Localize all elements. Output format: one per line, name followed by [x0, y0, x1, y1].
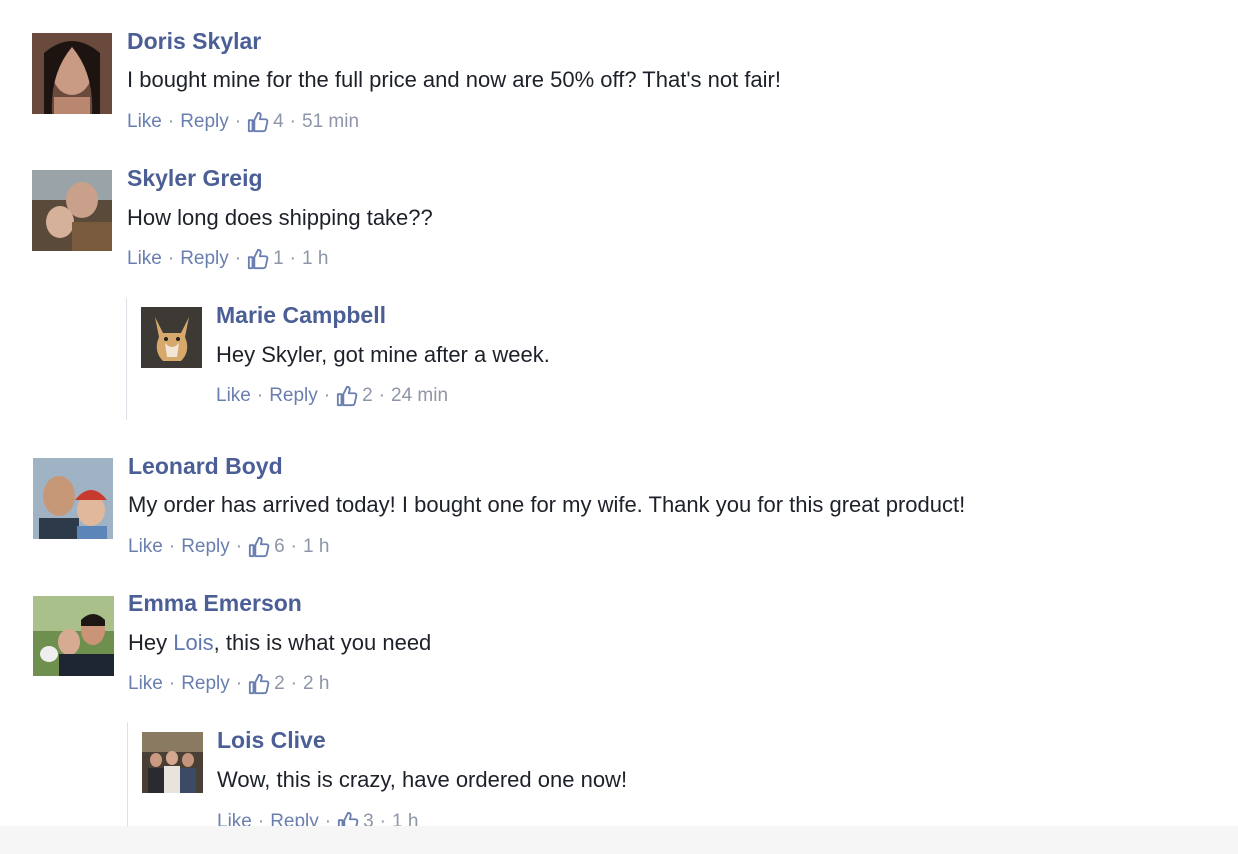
comment-author[interactable]: Doris Skylar	[127, 28, 261, 55]
comment-time[interactable]: 1 h	[303, 536, 329, 558]
like-count: 2	[274, 673, 285, 694]
thumbs-up-icon	[337, 385, 358, 407]
user-avatar-photo-icon	[33, 458, 113, 539]
user-avatar-photo-icon	[32, 170, 112, 251]
comment-time[interactable]: 2 h	[303, 673, 329, 695]
separator-dot: ·	[235, 536, 243, 557]
like-link[interactable]: Like	[127, 111, 162, 133]
separator-dot: ·	[290, 673, 297, 694]
like-count: 1	[273, 248, 284, 269]
reply-link[interactable]: Reply	[269, 385, 318, 407]
like-count: 6	[274, 536, 285, 557]
separator-dot: ·	[167, 111, 175, 132]
reply-link[interactable]: Reply	[180, 248, 229, 270]
like-link[interactable]: Like	[128, 673, 163, 695]
reply-thread-line	[126, 298, 127, 420]
reply-link[interactable]: Reply	[181, 536, 230, 558]
comment-author[interactable]: Lois Clive	[217, 727, 326, 754]
comment-author[interactable]: Marie Campbell	[216, 302, 386, 329]
comment-actions: Like · Reply · 2 · 2 h	[128, 673, 329, 695]
comment-time[interactable]: 51 min	[302, 111, 359, 133]
comment-actions: Like · Reply · 4 · 51 min	[127, 111, 359, 133]
comment-author[interactable]: Emma Emerson	[128, 590, 302, 617]
thumbs-up-icon	[249, 536, 270, 558]
separator-dot: ·	[256, 385, 264, 406]
comment-text: Wow, this is crazy, have ordered one now…	[217, 767, 628, 792]
separator-dot: ·	[234, 248, 242, 269]
comment-time[interactable]: 1 h	[302, 248, 328, 270]
user-avatar-photo-icon	[32, 33, 112, 114]
thumbs-up-icon	[249, 673, 270, 695]
comment-actions: Like · Reply · 2 · 24 min	[216, 385, 448, 407]
comment-text: My order has arrived today! I bought one…	[128, 492, 966, 517]
reply-link[interactable]: Reply	[181, 673, 230, 695]
like-link[interactable]: Like	[216, 385, 251, 407]
separator-dot: ·	[167, 248, 175, 269]
separator-dot: ·	[378, 385, 385, 406]
comment-text: Hey Lois, this is what you need	[128, 630, 431, 656]
page-bottom-edge	[0, 826, 1238, 854]
separator-dot: ·	[290, 536, 297, 557]
thumbs-up-icon	[248, 248, 269, 270]
avatar[interactable]	[141, 307, 202, 368]
comment-text: I bought mine for the full price and now…	[127, 67, 781, 92]
comment-text: How long does shipping take??	[127, 205, 433, 230]
avatar[interactable]	[33, 458, 113, 539]
like-link[interactable]: Like	[127, 248, 162, 270]
comment-actions: Like · Reply · 1 · 1 h	[127, 248, 328, 270]
separator-dot: ·	[289, 248, 296, 269]
comment-text-prefix: Hey	[128, 630, 174, 655]
avatar[interactable]	[33, 596, 114, 676]
comment-time[interactable]: 24 min	[391, 385, 448, 407]
like-count: 4	[273, 111, 284, 132]
comment-author[interactable]: Skyler Greig	[127, 165, 263, 192]
separator-dot: ·	[234, 111, 242, 132]
comment-actions: Like · Reply · 6 · 1 h	[128, 536, 329, 558]
separator-dot: ·	[168, 536, 176, 557]
separator-dot: ·	[323, 385, 331, 406]
comment-text-suffix: , this is what you need	[213, 630, 432, 655]
avatar[interactable]	[142, 732, 203, 793]
separator-dot: ·	[235, 673, 243, 694]
dog-avatar-photo-icon	[141, 307, 202, 368]
mention-link[interactable]: Lois	[173, 630, 213, 655]
reply-link[interactable]: Reply	[180, 111, 229, 133]
comment-text: Hey Skyler, got mine after a week.	[216, 342, 550, 367]
separator-dot: ·	[289, 111, 296, 132]
group-avatar-photo-icon	[142, 732, 203, 793]
like-link[interactable]: Like	[128, 536, 163, 558]
like-count: 2	[362, 385, 373, 406]
thumbs-up-icon	[248, 111, 269, 133]
avatar[interactable]	[32, 33, 112, 114]
separator-dot: ·	[168, 673, 176, 694]
user-avatar-photo-icon	[33, 596, 114, 676]
comment-author[interactable]: Leonard Boyd	[128, 453, 283, 480]
avatar[interactable]	[32, 170, 112, 251]
